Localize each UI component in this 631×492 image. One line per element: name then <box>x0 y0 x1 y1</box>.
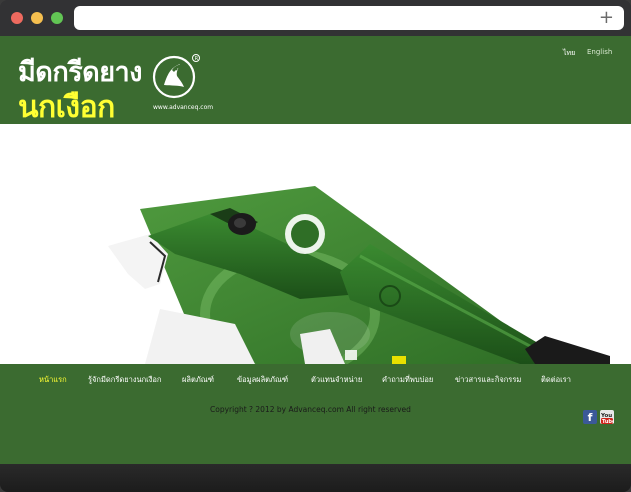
svg-text:Tube: Tube <box>602 419 614 425</box>
minimize-window-button[interactable] <box>31 12 43 24</box>
browser-window: + มีดกรีดยาง นกเงือก R www.advanceq.com … <box>0 0 631 492</box>
browser-titlebar: + <box>0 0 631 36</box>
plus-icon[interactable]: + <box>599 8 614 28</box>
maximize-window-button[interactable] <box>51 12 63 24</box>
hero-banner <box>0 124 631 364</box>
copyright-text: Copyright ? 2012 by Advanceq.com All rig… <box>210 405 411 414</box>
facebook-icon[interactable]: f <box>583 410 597 424</box>
web-page: มีดกรีดยาง นกเงือก R www.advanceq.com ไท… <box>0 36 631 464</box>
rubber-tapping-knife-image <box>108 186 610 364</box>
nav-item-product-info[interactable]: ข้อมูลผลิตภัณฑ์ <box>237 374 288 386</box>
nav-item-about[interactable]: รู้จักมีดกรีดยางนกเงือก <box>88 374 161 386</box>
lang-thai-link[interactable]: ไทย <box>563 48 575 59</box>
hornbill-logo-icon[interactable]: R <box>152 52 200 100</box>
nav-item-products[interactable]: ผลิตภัณฑ์ <box>182 374 214 386</box>
main-nav: หน้าแรก รู้จักมีดกรีดยางนกเงือก ผลิตภัณฑ… <box>0 374 631 390</box>
nav-item-home[interactable]: หน้าแรก <box>39 374 67 386</box>
nav-item-news[interactable]: ข่าวสารและกิจกรรม <box>455 374 521 386</box>
youtube-icon[interactable]: You Tube <box>600 410 616 425</box>
svg-text:R: R <box>195 56 199 62</box>
address-bar[interactable]: + <box>74 6 624 30</box>
lang-english-link[interactable]: English <box>587 48 612 56</box>
close-window-button[interactable] <box>11 12 23 24</box>
window-bottom-bar <box>0 464 631 492</box>
site-header: มีดกรีดยาง นกเงือก R www.advanceq.com ไท… <box>0 36 631 125</box>
nav-item-faq[interactable]: คำถามที่พบบ่อย <box>382 374 433 386</box>
brand-url: www.advanceq.com <box>153 104 214 111</box>
nav-item-contact[interactable]: ติดต่อเรา <box>541 374 571 386</box>
site-footer: หน้าแรก รู้จักมีดกรีดยางนกเงือก ผลิตภัณฑ… <box>0 364 631 464</box>
nav-item-dealers[interactable]: ตัวแทนจำหน่าย <box>311 374 362 386</box>
